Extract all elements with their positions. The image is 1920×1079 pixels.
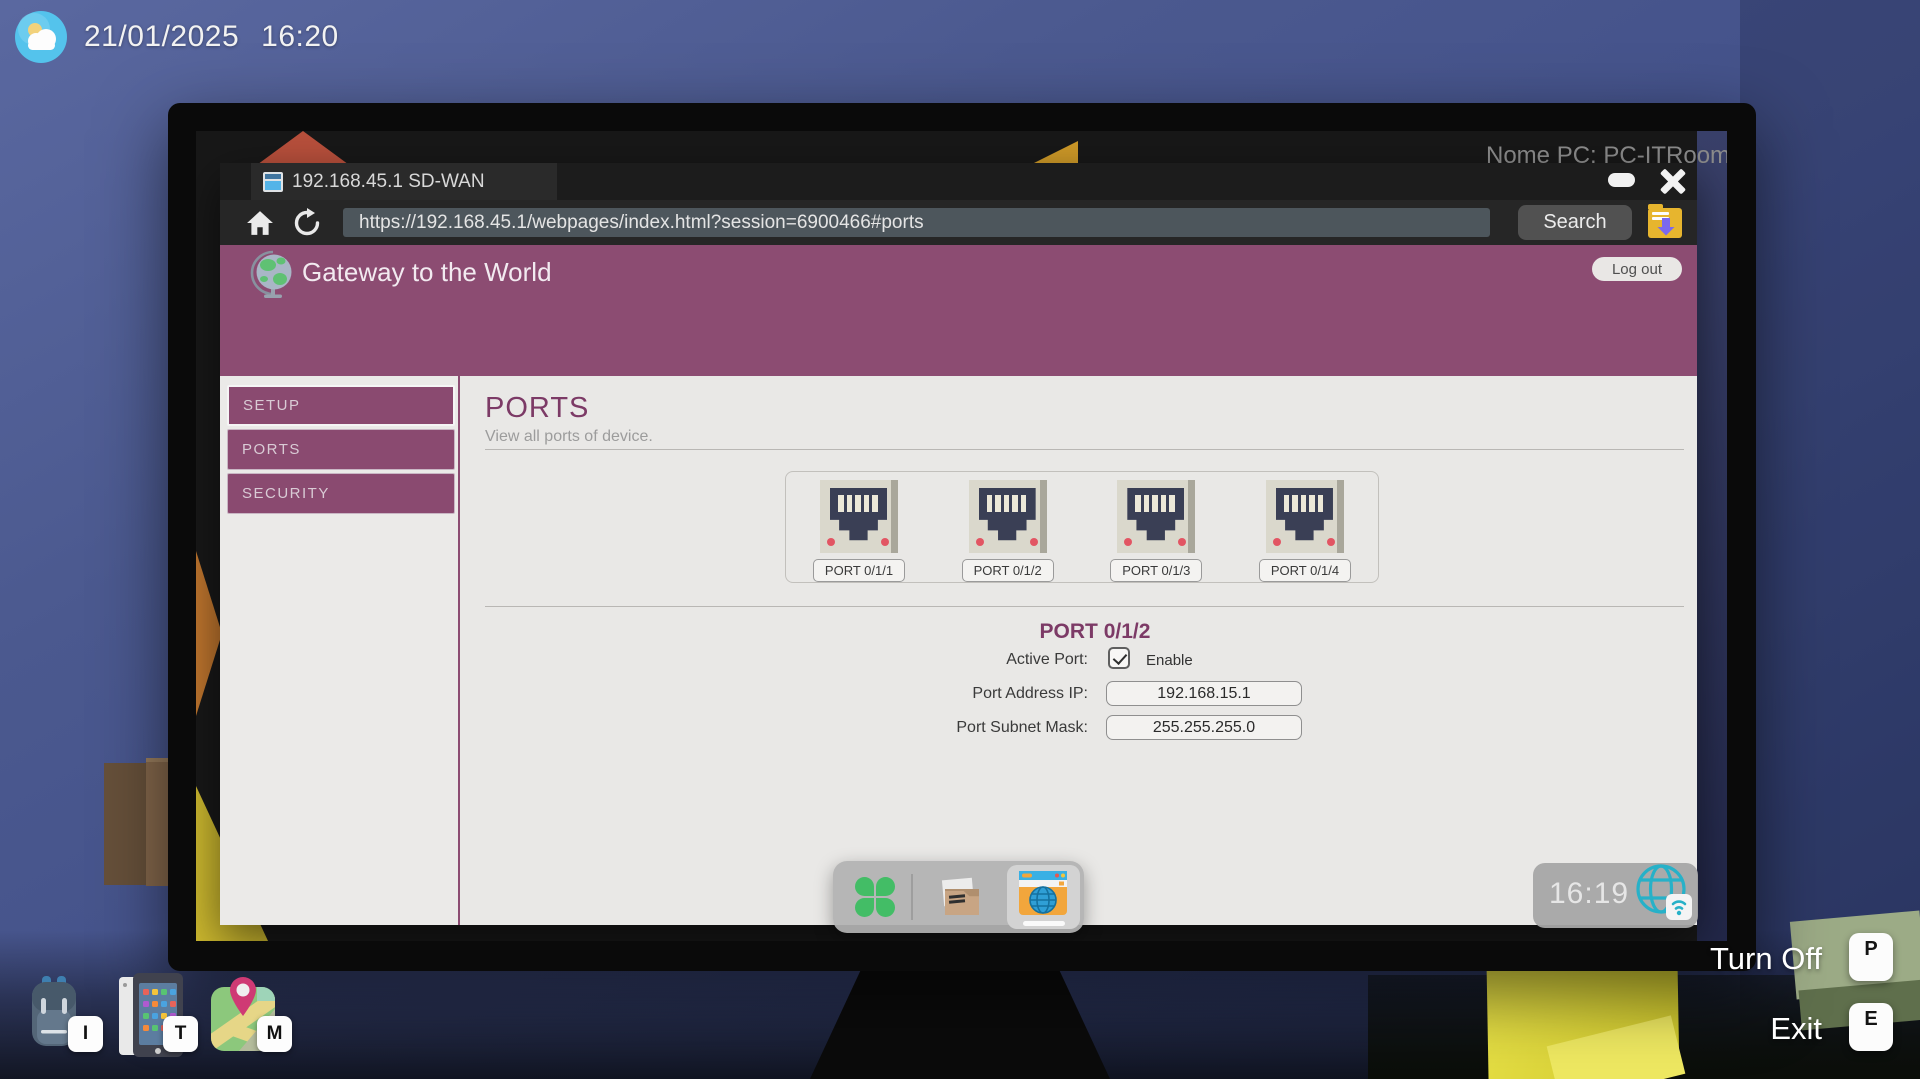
inventory-key-badge: I [68,1016,103,1052]
port-label: PORT 0/1/2 [962,559,1054,582]
sidebar-item-ports[interactable]: PORTS [227,429,455,470]
port-label: PORT 0/1/3 [1110,559,1202,582]
game-scene: Nome PC: PC-ITRoom-1 192.168.45.1 SD-WAN [0,0,1920,1079]
ethernet-port-icon [969,480,1047,553]
exit-keycap: E [1849,1003,1893,1051]
ports-box: PORT 0/1/1 PORT 0/1/2 [785,471,1379,583]
logout-label: Log out [1612,261,1662,278]
browser-tab[interactable]: 192.168.45.1 SD-WAN [251,163,557,200]
cardboard-box [104,763,146,885]
home-icon[interactable] [246,210,274,236]
divider [485,606,1684,607]
close-button[interactable] [1657,165,1689,197]
exit-action[interactable]: Exit [1682,1011,1822,1047]
file-explorer-icon[interactable] [937,877,983,917]
sidebar-nav: SETUP PORTS SECURITY [220,376,460,925]
search-button-label: Search [1543,211,1606,234]
search-button[interactable]: Search [1518,205,1632,240]
taskbar-clock-panel: 16:19 [1533,863,1698,928]
page-subtitle: View all ports of device. [485,428,653,446]
browser-window: 192.168.45.1 SD-WAN Search [220,163,1697,925]
divider [485,449,1684,450]
downloads-icon[interactable] [1648,208,1682,238]
port-cell-0-1-4[interactable]: PORT 0/1/4 [1257,480,1353,582]
site-header: Gateway to the World Log out [220,245,1697,376]
hud-date: 21/01/2025 [84,20,239,54]
tab-favicon-icon [263,172,283,192]
active-port-label: Active Port: [750,651,1088,669]
port-label: PORT 0/1/1 [813,559,905,582]
taskbar [833,861,1084,933]
wallpaper-shape [244,131,362,164]
hud-datetime: 21/01/2025 16:20 [84,20,339,54]
ethernet-port-icon [1266,480,1344,553]
port-label: PORT 0/1/4 [1259,559,1351,582]
page-content: SETUP PORTS SECURITY PORTS View all port… [220,376,1697,925]
tablet-key-badge: T [163,1016,198,1052]
turn-off-action[interactable]: Turn Off [1682,941,1822,977]
globe-logo-icon [250,249,296,299]
sidebar-item-setup[interactable]: SETUP [227,385,455,426]
turn-off-keycap: P [1849,933,1893,981]
browser-toolbar: Search [220,200,1697,245]
enable-label: Enable [1146,652,1193,669]
port-cell-0-1-1[interactable]: PORT 0/1/1 [811,480,907,582]
weather-icon [14,10,68,64]
browser-app-glyph [1019,871,1067,915]
ports-page: PORTS View all ports of device. PORT 0/1… [460,376,1697,925]
sidebar-item-security[interactable]: SECURITY [227,473,455,514]
minimize-button[interactable] [1608,173,1635,187]
port-cell-0-1-2[interactable]: PORT 0/1/2 [960,480,1056,582]
port-detail-title: PORT 0/1/2 [795,620,1395,644]
monitor: Nome PC: PC-ITRoom-1 192.168.45.1 SD-WAN [168,103,1756,971]
ethernet-port-icon [1117,480,1195,553]
virtual-screen: Nome PC: PC-ITRoom-1 192.168.45.1 SD-WAN [196,131,1727,941]
browser-app-icon[interactable] [1007,865,1080,929]
active-port-checkbox[interactable] [1108,647,1130,669]
active-app-indicator [1023,921,1065,926]
map-key-badge: M [257,1016,292,1052]
wallpaper-shape [1032,141,1078,164]
network-globe-icon [1633,861,1695,923]
taskbar-clock: 16:19 [1549,877,1629,911]
port-ip-label: Port Address IP: [750,685,1088,703]
wallpaper-band [1697,131,1727,941]
wallpaper-shape [196,551,222,716]
start-menu-icon[interactable] [855,877,895,917]
subnet-mask-input[interactable] [1106,715,1302,740]
tab-title: 192.168.45.1 SD-WAN [292,171,485,193]
port-ip-input[interactable] [1106,681,1302,706]
page-title: PORTS [485,392,589,425]
logout-button[interactable]: Log out [1592,257,1682,281]
subnet-mask-label: Port Subnet Mask: [750,719,1088,737]
refresh-icon[interactable] [292,208,322,238]
browser-titlebar: 192.168.45.1 SD-WAN [220,163,1697,200]
ethernet-port-icon [820,480,898,553]
port-cell-0-1-3[interactable]: PORT 0/1/3 [1108,480,1204,582]
taskbar-divider [911,874,913,920]
url-input[interactable] [343,208,1490,237]
site-brand: Gateway to the World [302,257,552,288]
hud-time: 16:20 [261,20,339,54]
